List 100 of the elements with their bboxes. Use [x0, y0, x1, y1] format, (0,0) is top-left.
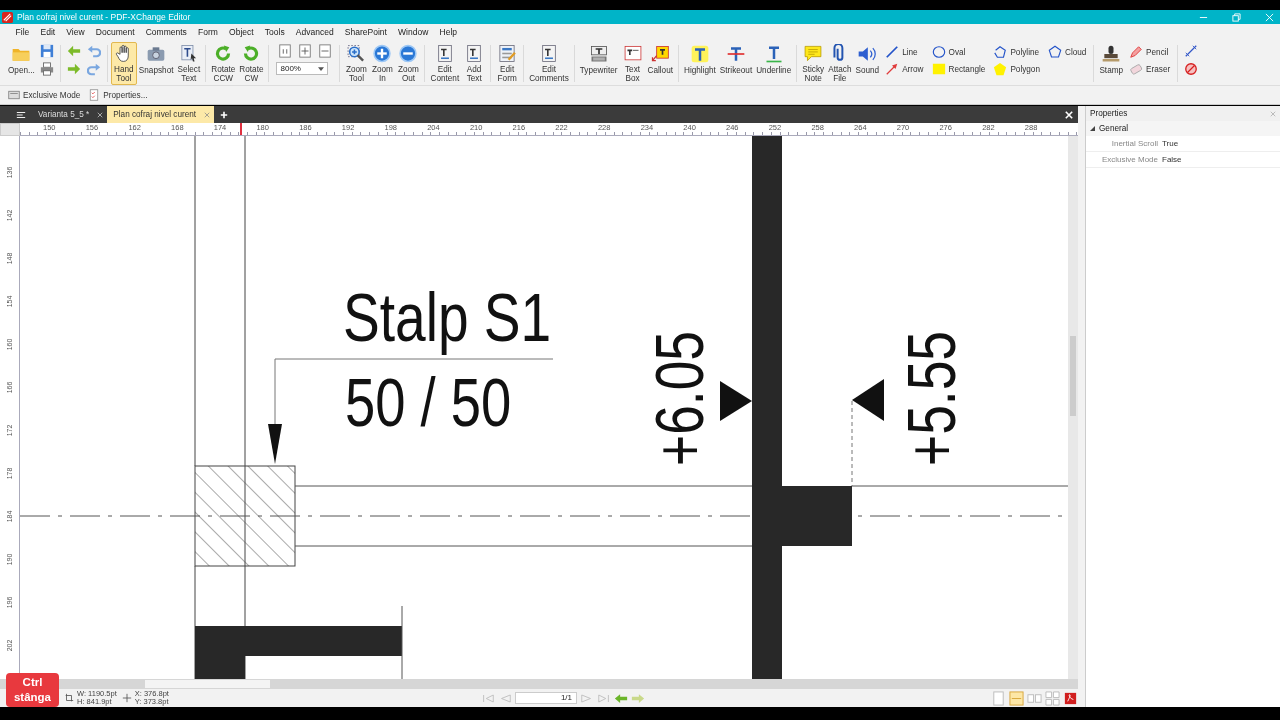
menu-item[interactable]: Help [433, 27, 463, 37]
toolbar-button[interactable]: Callout [645, 42, 675, 85]
toolbar-button[interactable]: Zoom Tool [343, 42, 370, 85]
toolbar-button[interactable]: Rectangle [931, 62, 986, 76]
menu-item[interactable]: Window [392, 27, 434, 37]
pdf-icon[interactable] [1063, 690, 1078, 706]
zoom-in-icon [372, 44, 393, 63]
menu-item[interactable]: SharePoint [339, 27, 393, 37]
toolbar-button[interactable]: Stamp [1097, 42, 1126, 85]
toolbar-button[interactable]: Edit Comments [527, 42, 571, 85]
continuous-page-icon[interactable] [1009, 690, 1024, 706]
toolbar-button[interactable]: Zoom Out [395, 42, 422, 85]
text-box-icon [622, 44, 643, 63]
section-title: General [1099, 124, 1129, 133]
column-size: 50 / 50 [345, 364, 512, 441]
menu-item[interactable]: Document [90, 27, 141, 37]
collapse-icon[interactable] [1090, 126, 1095, 131]
menu-item[interactable]: Form [192, 27, 224, 37]
back-arrow-icon[interactable] [66, 44, 81, 58]
toolbar-button[interactable]: Attach File [826, 42, 854, 85]
toolbar-button[interactable]: Oval [931, 45, 986, 59]
line-icon [885, 45, 900, 59]
single-page-icon[interactable] [991, 690, 1006, 706]
last-page-icon[interactable] [597, 692, 611, 704]
highlight-icon [689, 44, 710, 64]
toolbar-button[interactable]: Open... [6, 42, 37, 85]
toolbar-button[interactable]: Line [885, 45, 924, 59]
magnifier-icon [346, 44, 367, 63]
printer-icon[interactable] [39, 62, 54, 76]
property-name: Exclusive Mode [1100, 155, 1159, 164]
toolbar-button[interactable]: Exclusive Mode [8, 89, 81, 101]
document-tab[interactable]: Varianta 5_5 * [32, 106, 108, 123]
toolbar-button[interactable]: Edit Content [428, 42, 462, 85]
toolbar-button[interactable]: Pencil [1129, 45, 1171, 59]
forward-arrow-icon[interactable] [631, 692, 645, 704]
menu-item[interactable]: Advanced [290, 27, 340, 37]
toolbar-button[interactable]: Arrow [885, 62, 924, 76]
toolbar-button[interactable]: Highlight [682, 42, 718, 85]
undo-icon[interactable] [86, 44, 101, 58]
next-page-icon[interactable] [580, 692, 594, 704]
zoom-dropdown[interactable]: 800% [276, 62, 329, 75]
zoom-out-icon [398, 44, 419, 63]
menu-item[interactable]: Tools [259, 27, 291, 37]
toolbar-button[interactable]: Rotate CW [237, 42, 266, 85]
page-size-icon [64, 693, 74, 703]
window-icon [8, 89, 20, 101]
document-tab[interactable]: Plan cofraj nivel curent [107, 106, 215, 123]
toolbar-button[interactable]: Edit Form [494, 42, 521, 85]
fit-width-icon[interactable] [318, 44, 333, 58]
first-page-icon[interactable] [481, 692, 495, 704]
menu-icon[interactable] [16, 109, 26, 120]
strikeout-icon [726, 44, 746, 64]
toolbar-button[interactable]: Select Text [175, 42, 203, 85]
property-name: Inertial Scroll [1110, 139, 1159, 148]
horizontal-scrollbar[interactable] [0, 679, 1078, 689]
toolbar-button[interactable]: Text Box [619, 42, 646, 85]
redo-icon[interactable] [86, 62, 101, 76]
page-number-field[interactable]: 1/1 [515, 692, 577, 704]
rectangle-icon [931, 62, 946, 76]
redact-icon[interactable] [1184, 62, 1199, 76]
menu-item[interactable]: Object [223, 27, 260, 37]
toolbar-button[interactable]: Hand Tool [110, 42, 137, 85]
menu-item[interactable]: Edit [34, 27, 61, 37]
previous-page-icon[interactable] [498, 692, 512, 704]
toolbar-button[interactable]: Sound [853, 42, 882, 85]
toolbar-button[interactable]: Snapshot [136, 42, 176, 85]
polyline-icon [993, 45, 1008, 59]
menu-item[interactable]: File [10, 27, 35, 37]
toolbar-button[interactable]: Properties... [88, 89, 148, 101]
toolbar-button[interactable]: Eraser [1129, 62, 1171, 76]
oval-icon [931, 45, 946, 59]
toolbar-button[interactable]: Strikeout [717, 42, 755, 85]
forward-arrow-icon[interactable] [66, 62, 81, 76]
crosshair-icon [121, 693, 132, 703]
toolbar-button[interactable]: Polygon [993, 62, 1040, 76]
toolbar-button[interactable]: Rotate CCW [209, 42, 238, 85]
column-title: Stalp S1 [343, 279, 552, 356]
polygon-icon [993, 62, 1008, 76]
toolbar-button[interactable]: Sticky Note [800, 42, 827, 85]
camera-icon [146, 44, 167, 64]
menu-item[interactable]: Comments [140, 27, 193, 37]
restore-icon[interactable] [1232, 12, 1241, 22]
close-icon[interactable] [97, 111, 104, 118]
measure-icon[interactable] [1184, 44, 1199, 58]
toolbar-button[interactable]: Underline [754, 42, 794, 85]
add-tab-icon[interactable] [220, 110, 229, 119]
menu-item[interactable]: View [60, 27, 91, 37]
toolbar-button[interactable]: Zoom In [369, 42, 396, 85]
form-icon [497, 44, 518, 63]
caret-icon [318, 66, 325, 71]
toolbar-button[interactable]: Polyline [993, 45, 1040, 59]
back-arrow-icon[interactable] [614, 692, 628, 704]
property-value[interactable]: False [1160, 155, 1182, 164]
toolbar-button[interactable]: Cloud [1048, 45, 1087, 59]
vertical-scrollbar[interactable] [1068, 136, 1078, 679]
property-value[interactable]: True [1160, 139, 1179, 148]
fit-page-icon[interactable] [298, 44, 313, 58]
toolbar-button[interactable]: Typewriter [577, 42, 620, 85]
toolbar-button[interactable]: Add Text [461, 42, 488, 85]
actual-size-icon[interactable] [278, 44, 293, 58]
